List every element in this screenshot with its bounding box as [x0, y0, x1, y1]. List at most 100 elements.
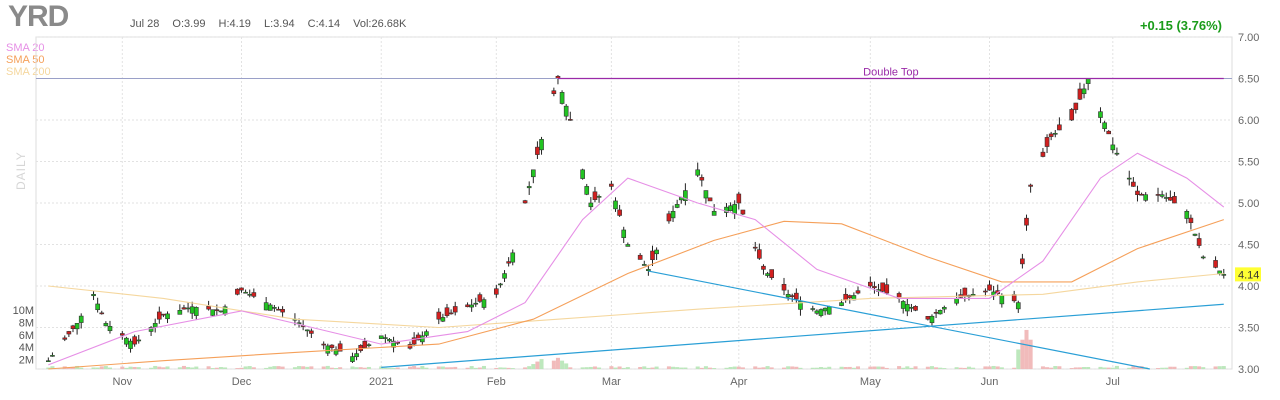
volume-bar	[954, 367, 959, 369]
candle-body	[584, 186, 590, 195]
volume-bar	[527, 366, 532, 369]
price-tick-label: 7.00	[1238, 32, 1259, 44]
volume-bar	[1102, 367, 1107, 369]
candle-body	[218, 310, 224, 313]
volume-bar	[239, 367, 244, 369]
volume-bar	[560, 360, 565, 369]
volume-tick-label: 6M	[19, 330, 34, 342]
candle-body	[444, 307, 450, 316]
volume-bar	[621, 367, 626, 369]
candle-body	[99, 312, 105, 315]
volume-bar	[481, 365, 487, 369]
volume-bar	[128, 366, 133, 369]
volume-bar	[153, 365, 158, 369]
candle-body	[567, 119, 573, 121]
volume-bar	[724, 367, 729, 369]
volume-bar	[325, 365, 330, 369]
candle-body	[276, 308, 281, 311]
volume-bar	[453, 366, 458, 369]
volume-bar	[1197, 366, 1202, 369]
volume-bar	[321, 366, 326, 369]
candle-body	[440, 317, 446, 322]
candle-body	[498, 283, 503, 286]
volume-bar	[473, 367, 478, 369]
volume-bar	[938, 367, 943, 369]
volume-bar	[1057, 366, 1062, 369]
volume-bar	[477, 367, 482, 369]
volume-bar	[91, 367, 96, 369]
volume-bar	[1024, 329, 1029, 369]
volume-bar	[449, 367, 454, 369]
candle-body	[136, 339, 142, 342]
candle-body	[904, 304, 910, 312]
candle-body	[769, 269, 774, 278]
candle-body	[526, 186, 532, 189]
volume-bar	[223, 367, 228, 369]
volume-bar	[1213, 366, 1218, 369]
volume-bar	[736, 366, 741, 369]
candle-body	[481, 299, 487, 308]
volume-bar	[436, 366, 441, 369]
volume-bar	[592, 366, 597, 369]
volume-bar	[925, 366, 930, 369]
candle-body	[473, 302, 479, 305]
candle-body	[1024, 217, 1029, 226]
volume-bar	[613, 367, 618, 369]
volume-bar	[958, 367, 963, 369]
candle-body	[132, 336, 137, 345]
candle-body	[699, 177, 705, 181]
volume-bar	[732, 366, 737, 369]
volume-bar	[617, 366, 622, 369]
candle-body	[161, 313, 166, 316]
volume-bar	[99, 366, 104, 369]
volume-bar	[1049, 367, 1054, 369]
month-tick-label: 2021	[369, 376, 393, 388]
volume-bar	[424, 367, 429, 369]
candle-body	[206, 306, 211, 310]
candle-body	[728, 205, 733, 211]
volume-bar	[712, 368, 717, 369]
candle-body	[970, 293, 976, 296]
volume-bar	[523, 367, 528, 369]
volume-bar	[338, 367, 343, 369]
volume-tick-label: 2M	[19, 355, 34, 367]
candle-body	[563, 105, 569, 117]
volume-bar	[416, 367, 421, 369]
volume-bar	[494, 367, 499, 369]
candle-body	[625, 244, 631, 247]
volume-bar	[708, 367, 713, 369]
candle-body	[670, 211, 676, 219]
candle-body	[711, 211, 717, 216]
volume-bar	[654, 366, 659, 369]
candle-body	[868, 281, 873, 287]
candle-body	[785, 293, 791, 298]
candle-body	[666, 213, 672, 222]
volume-bar	[872, 366, 877, 369]
volume-bar	[810, 367, 815, 369]
volume-bar	[798, 367, 803, 369]
candle-body	[185, 307, 191, 310]
candle-body	[933, 312, 939, 314]
volume-bar	[765, 366, 770, 369]
volume-bar	[851, 367, 856, 369]
sma50-line	[48, 219, 1224, 370]
volume-bar	[535, 361, 540, 369]
volume-bar	[568, 367, 573, 369]
volume-bar	[1082, 367, 1087, 369]
candle-body	[452, 306, 458, 313]
volume-bar	[1016, 349, 1021, 369]
volume-bar	[847, 366, 852, 369]
candle-body	[732, 204, 738, 215]
volume-bar	[609, 366, 614, 369]
volume-bar	[124, 367, 129, 369]
candle-body	[304, 329, 310, 332]
volume-bar	[387, 368, 392, 369]
trendline	[381, 303, 1224, 368]
volume-bar	[929, 366, 934, 369]
volume-bar	[1184, 367, 1189, 369]
candle-body	[752, 246, 758, 249]
candle-body	[156, 311, 162, 320]
candle-body	[1081, 88, 1087, 95]
volume-bar	[790, 366, 795, 369]
candle-body	[193, 307, 199, 316]
